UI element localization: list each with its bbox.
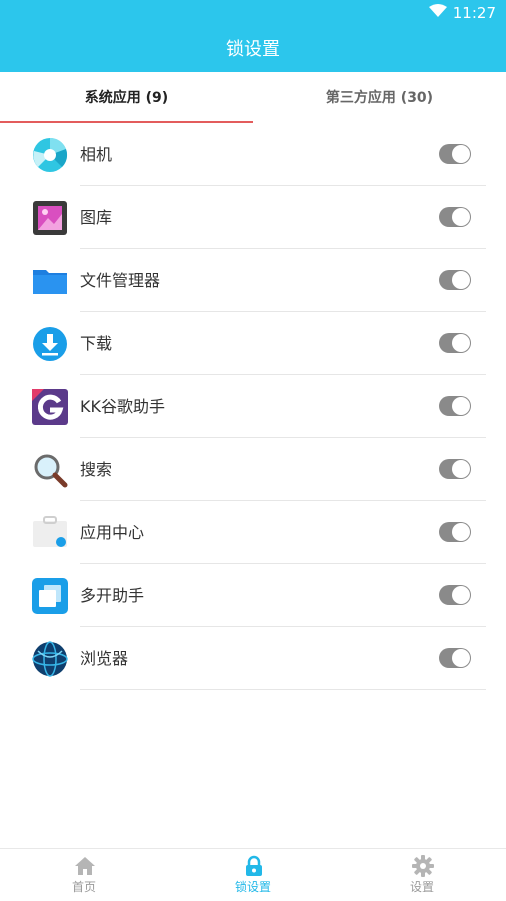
wifi-icon <box>428 4 447 22</box>
list-item[interactable]: KK谷歌助手 <box>0 375 506 438</box>
toggle-knob <box>452 271 470 289</box>
home-icon <box>74 855 96 877</box>
toggle-knob <box>452 397 470 415</box>
gallery-icon <box>32 200 68 236</box>
list-item[interactable]: 搜索 <box>0 438 506 501</box>
app-name: 相机 <box>80 145 113 164</box>
toggle-knob <box>452 145 470 163</box>
gear-icon <box>412 855 434 877</box>
download-icon <box>32 326 68 362</box>
lock-toggle[interactable] <box>439 648 471 668</box>
app-name: 多开助手 <box>80 586 145 605</box>
divider <box>80 689 486 690</box>
folder-icon <box>32 263 68 299</box>
nav-label: 设置 <box>409 880 434 894</box>
status-right: 11:27 <box>428 4 496 22</box>
tab-bar: 系统应用 (9) 第三方应用 (30) <box>0 72 506 124</box>
globe-icon <box>32 641 68 677</box>
lock-toggle[interactable] <box>439 144 471 164</box>
camera-icon <box>32 137 68 173</box>
list-item[interactable]: 文件管理器 <box>0 249 506 312</box>
lock-toggle[interactable] <box>439 522 471 542</box>
lock-toggle[interactable] <box>439 207 471 227</box>
nav-label: 锁设置 <box>234 880 271 894</box>
bottom-nav: 首页 锁设置 设置 <box>0 848 506 901</box>
lock-icon <box>243 855 265 877</box>
toggle-knob <box>452 586 470 604</box>
nav-label: 首页 <box>71 880 96 894</box>
page-title: 锁设置 <box>226 39 280 60</box>
list-item[interactable]: 应用中心 <box>0 501 506 564</box>
list-item[interactable]: 多开助手 <box>0 564 506 627</box>
app-name: 文件管理器 <box>80 271 161 290</box>
lock-toggle[interactable] <box>439 396 471 416</box>
list-item[interactable]: 相机 <box>0 123 506 186</box>
app-name: 浏览器 <box>80 649 129 668</box>
lock-toggle[interactable] <box>439 333 471 353</box>
magnifier-icon <box>32 452 68 488</box>
app-list: 相机 图库 文件管理器 下载 KK谷歌助手 搜索 应用中心 多开助手 浏览器 <box>0 123 506 690</box>
toggle-knob <box>452 208 470 226</box>
app-name: 图库 <box>80 208 113 227</box>
nav-settings[interactable]: 设置 <box>338 849 506 901</box>
toggle-knob <box>452 460 470 478</box>
nav-home[interactable]: 首页 <box>0 849 168 901</box>
status-time: 11:27 <box>452 4 496 22</box>
app-name: 应用中心 <box>80 523 145 542</box>
app-bar: 锁设置 <box>0 28 506 72</box>
toggle-knob <box>452 649 470 667</box>
list-item[interactable]: 浏览器 <box>0 627 506 690</box>
google-assistant-icon <box>32 389 68 425</box>
toggle-knob <box>452 334 470 352</box>
lock-toggle[interactable] <box>439 585 471 605</box>
list-item[interactable]: 图库 <box>0 186 506 249</box>
lock-toggle[interactable] <box>439 270 471 290</box>
multi-window-icon <box>32 578 68 614</box>
app-name: KK谷歌助手 <box>80 397 165 416</box>
app-center-icon <box>32 515 68 551</box>
status-bar: 11:27 <box>0 0 506 28</box>
lock-toggle[interactable] <box>439 459 471 479</box>
nav-lock-settings[interactable]: 锁设置 <box>169 849 337 901</box>
tab-system-apps[interactable]: 系统应用 (9) <box>0 72 253 124</box>
app-name: 搜索 <box>80 460 113 479</box>
list-item[interactable]: 下载 <box>0 312 506 375</box>
app-name: 下载 <box>80 334 113 353</box>
toggle-knob <box>452 523 470 541</box>
tab-third-party-apps[interactable]: 第三方应用 (30) <box>253 72 506 124</box>
